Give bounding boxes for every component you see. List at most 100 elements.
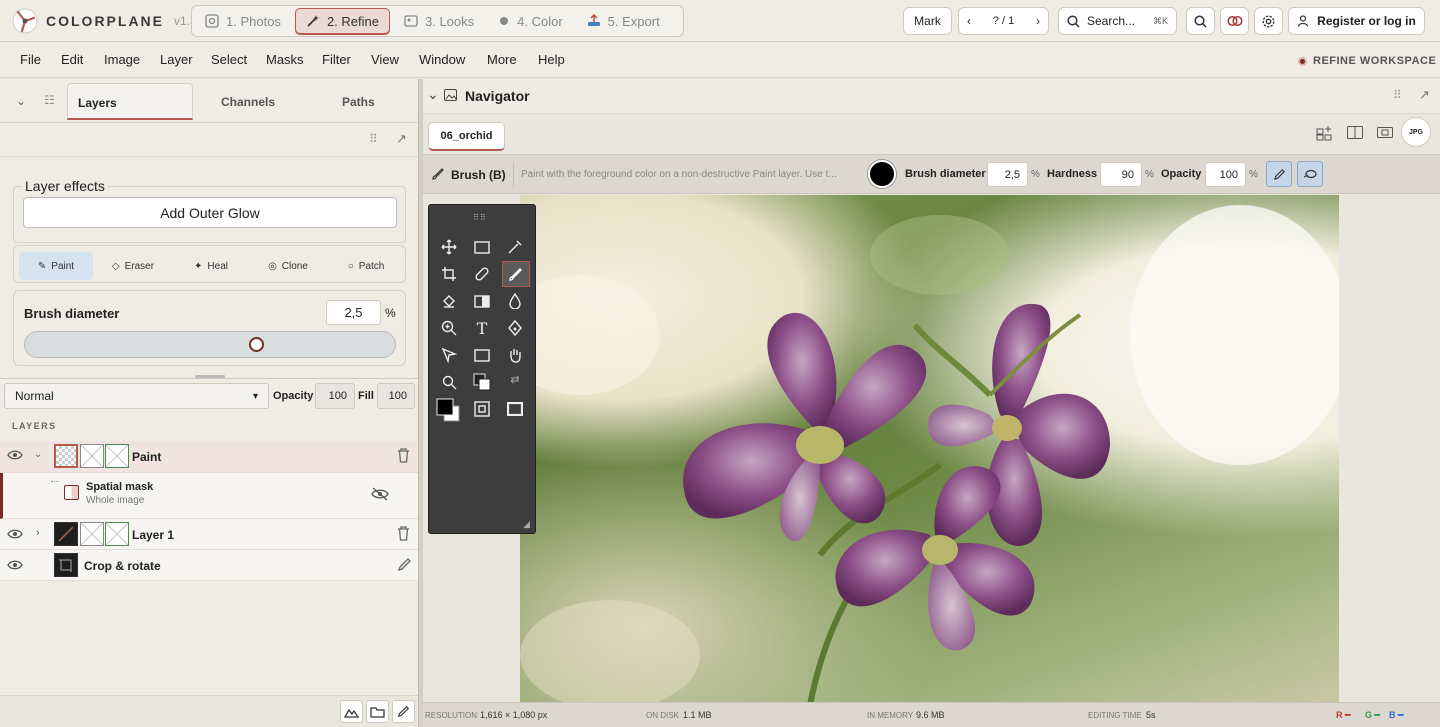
file-tab[interactable]: 06_orchid <box>428 122 505 151</box>
marquee-tool-icon[interactable] <box>471 236 493 258</box>
menu-file[interactable]: File <box>20 52 41 67</box>
zoom-search-button[interactable] <box>1186 7 1215 35</box>
text-tool-icon[interactable]: T <box>471 317 493 339</box>
layer-row-spatial-mask[interactable]: Spatial mask Whole image <box>0 473 418 519</box>
menu-layer[interactable]: Layer <box>160 52 193 67</box>
path-select-tool-icon[interactable] <box>438 344 460 366</box>
brush-diameter-input[interactable]: 2,5 <box>326 300 381 325</box>
hardness-input[interactable]: 90 <box>1100 162 1142 187</box>
collapse-chevron-icon[interactable]: ⌄ <box>16 94 26 108</box>
fit-view-icon[interactable] <box>1377 127 1393 138</box>
eye-off-icon[interactable] <box>371 487 389 501</box>
brush-diameter-slider[interactable] <box>24 331 396 358</box>
hand-tool-icon[interactable] <box>504 344 526 366</box>
menu-select[interactable]: Select <box>211 52 247 67</box>
layer-row-crop-rotate[interactable]: Crop & rotate <box>0 550 418 581</box>
menu-help[interactable]: Help <box>538 52 565 67</box>
screen-mode-icon[interactable] <box>504 398 526 420</box>
tab-layers[interactable]: Layers <box>67 83 193 120</box>
trash-icon[interactable] <box>397 448 410 463</box>
layer-row-layer1[interactable]: › Layer 1 <box>0 519 418 550</box>
search-button[interactable]: Search... ⌘K <box>1058 7 1177 35</box>
popout-arrow-icon[interactable]: ↗ <box>396 131 407 147</box>
zoom-tool-icon[interactable] <box>438 317 460 339</box>
photo-canvas[interactable] <box>520 195 1339 702</box>
paint-tool-button[interactable]: ✎ Paint <box>19 252 93 280</box>
search-tool-icon[interactable] <box>438 371 460 393</box>
popout-arrow-icon[interactable]: ↗ <box>1419 87 1430 103</box>
pen-pressure-toggle[interactable] <box>1266 161 1292 187</box>
workflow-steps: 1. Photos 2. Refine 3. Looks 4. Color 5.… <box>191 5 684 37</box>
foreground-color-swatch[interactable] <box>868 160 896 188</box>
blur-tool-icon[interactable] <box>504 290 526 312</box>
format-badge[interactable]: JPG <box>1401 117 1431 147</box>
slider-thumb[interactable] <box>249 337 264 352</box>
new-group-button[interactable] <box>366 700 389 723</box>
split-view-icon[interactable] <box>1347 126 1363 139</box>
layer-fill-input[interactable]: 100 <box>377 383 415 409</box>
color-swatches-icon[interactable] <box>435 397 461 423</box>
menu-filter[interactable]: Filter <box>322 52 351 67</box>
settings-button[interactable] <box>1254 7 1283 35</box>
compare-button[interactable] <box>1220 7 1249 35</box>
next-icon[interactable]: › <box>1036 14 1040 28</box>
login-button[interactable]: Register or log in <box>1288 7 1425 35</box>
move-tool-icon[interactable] <box>438 236 460 258</box>
fill-tool-icon[interactable] <box>438 290 460 312</box>
pencil-icon[interactable] <box>397 557 412 572</box>
mark-button[interactable]: Mark <box>903 7 952 35</box>
step-refine[interactable]: 2. Refine <box>294 8 390 34</box>
drag-handle-icon[interactable]: ⠿ <box>369 132 378 146</box>
eye-icon[interactable] <box>7 528 23 540</box>
layer-row-paint[interactable]: ⌄ Paint <box>0 441 418 473</box>
new-adjustment-button[interactable] <box>340 700 363 723</box>
collapse-chevron-icon[interactable]: ⌄ <box>427 86 439 103</box>
panel-menu-icon[interactable]: ☷ <box>44 93 55 107</box>
eye-icon[interactable] <box>7 449 23 461</box>
magic-wand-tool-icon[interactable] <box>504 236 526 258</box>
default-colors-icon[interactable] <box>471 371 493 393</box>
brush-tool-icon[interactable] <box>502 261 530 287</box>
quick-mask-icon[interactable] <box>471 398 493 420</box>
brush-diameter-input[interactable]: 2,5 <box>987 162 1028 187</box>
new-paint-layer-button[interactable] <box>392 700 415 723</box>
panel-tabs: ⌄ ☷ Layers Channels Paths <box>0 79 418 123</box>
expand-chevron-icon[interactable]: › <box>36 527 40 539</box>
step-export[interactable]: 5. Export <box>577 8 670 34</box>
patch-tool-button[interactable]: ○ Patch <box>329 252 403 280</box>
step-looks[interactable]: 3. Looks <box>394 8 484 34</box>
blend-mode-select[interactable]: Normal ▾ <box>4 383 269 409</box>
add-outer-glow-button[interactable]: Add Outer Glow <box>23 197 397 228</box>
crop-tool-icon[interactable] <box>438 263 460 285</box>
airbrush-toggle[interactable] <box>1297 161 1323 187</box>
drag-handle-icon[interactable]: ⠿⠿ <box>473 213 487 222</box>
healing-tool-icon[interactable] <box>471 263 493 285</box>
tab-paths[interactable]: Paths <box>342 95 375 109</box>
expand-chevron-icon[interactable]: ⌄ <box>34 449 42 460</box>
shape-tool-icon[interactable] <box>471 344 493 366</box>
blue-channel-indicator: B ━ <box>1389 710 1404 720</box>
prev-icon[interactable]: ‹ <box>967 14 971 28</box>
menu-more[interactable]: More <box>487 52 517 67</box>
gradient-tool-icon[interactable] <box>471 290 493 312</box>
step-color[interactable]: 4. Color <box>488 8 573 34</box>
eraser-tool-button[interactable]: ◇ Eraser <box>96 252 170 280</box>
menu-edit[interactable]: Edit <box>61 52 83 67</box>
menu-image[interactable]: Image <box>104 52 140 67</box>
swap-colors-icon[interactable]: ⇄ <box>504 368 526 390</box>
clone-tool-button[interactable]: ◎ Clone <box>251 252 325 280</box>
pen-tool-icon[interactable] <box>504 317 526 339</box>
drag-handle-icon[interactable]: ⠿ <box>1393 88 1402 102</box>
opacity-input[interactable]: 100 <box>1205 162 1246 187</box>
menu-window[interactable]: Window <box>419 52 465 67</box>
layer-opacity-input[interactable]: 100 <box>315 383 355 409</box>
tab-channels[interactable]: Channels <box>221 95 275 109</box>
menu-view[interactable]: View <box>371 52 399 67</box>
grid-view-icon[interactable] <box>1316 125 1334 141</box>
trash-icon[interactable] <box>397 526 410 541</box>
step-photos[interactable]: 1. Photos <box>195 8 291 34</box>
eye-icon[interactable] <box>7 559 23 571</box>
heal-tool-button[interactable]: ✦ Heal <box>174 252 248 280</box>
menu-masks[interactable]: Masks <box>266 52 304 67</box>
resize-corner-icon[interactable]: ◢ <box>523 519 530 530</box>
